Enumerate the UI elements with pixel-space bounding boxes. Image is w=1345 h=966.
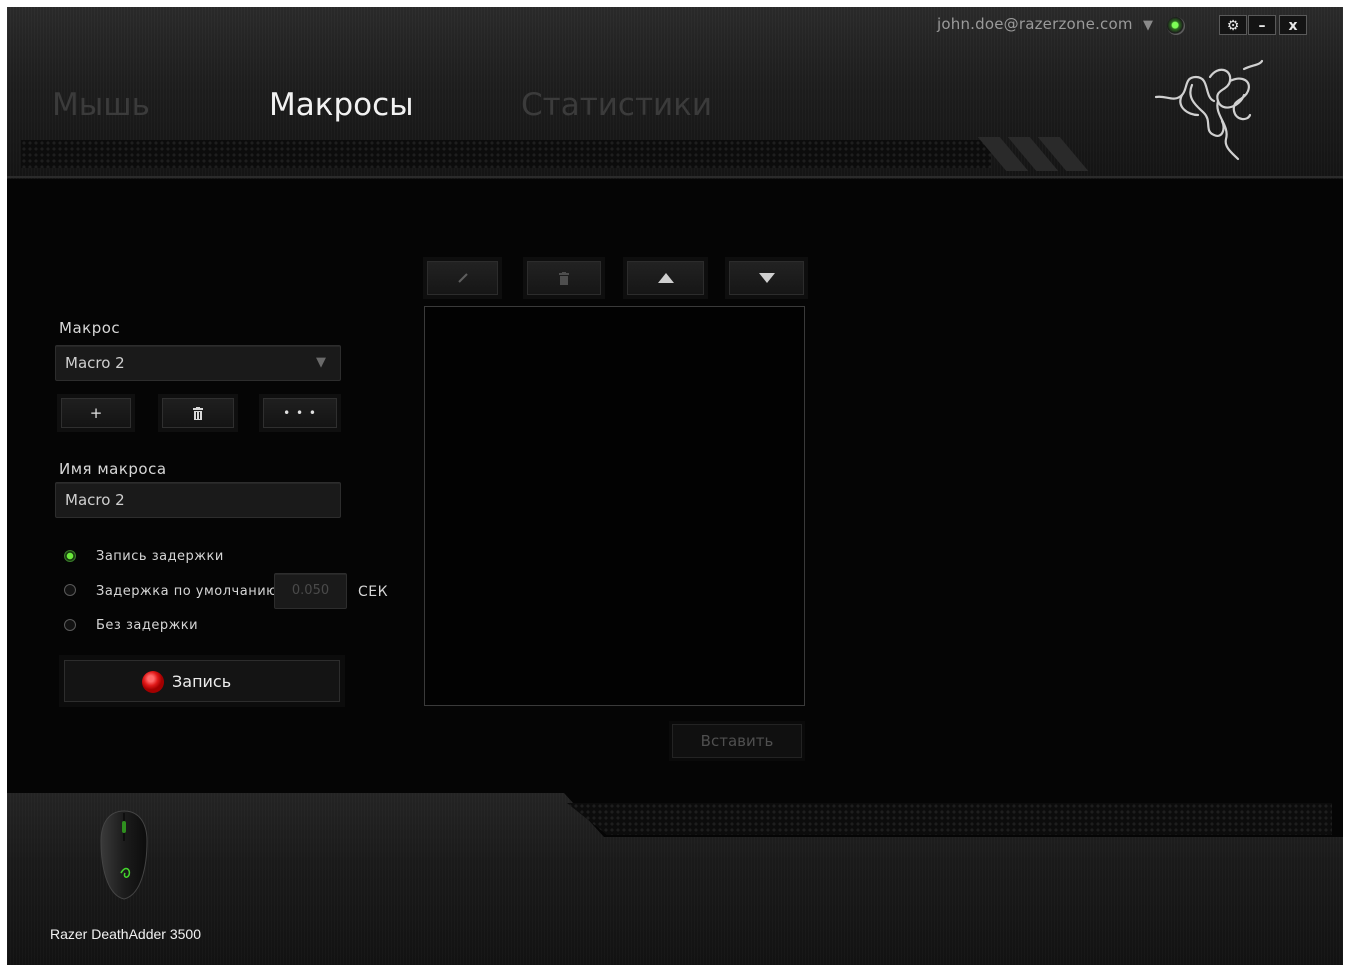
- tab-mouse[interactable]: Мышь: [52, 87, 150, 123]
- record-button[interactable]: Запись: [59, 655, 345, 707]
- macro-name-value: Macro 2: [65, 491, 125, 509]
- online-status-icon: [1167, 17, 1185, 35]
- insert-button[interactable]: Вставить: [669, 721, 805, 761]
- tab-statistics[interactable]: Статистики: [521, 87, 712, 123]
- move-down-button[interactable]: [725, 257, 808, 299]
- radio-default-delay[interactable]: [64, 584, 76, 596]
- gear-icon: ⚙: [1226, 18, 1240, 34]
- more-options-button[interactable]: • • •: [259, 394, 341, 432]
- macro-name-input[interactable]: Macro 2: [55, 482, 341, 518]
- radio-record-delay[interactable]: [64, 550, 76, 562]
- delete-action-button[interactable]: [523, 257, 605, 299]
- account-dropdown-icon[interactable]: ▼: [1143, 18, 1153, 33]
- no-delay-label: Без задержки: [96, 618, 199, 633]
- macro-select-value: Macro 2: [65, 354, 125, 372]
- delay-unit-label: СЕК: [358, 584, 389, 600]
- trash-icon: [559, 271, 569, 285]
- razer-logo-icon: [1154, 59, 1264, 161]
- macro-name-label: Имя макроса: [59, 460, 167, 478]
- device-name: Razer DeathAdder 3500: [50, 926, 201, 942]
- add-macro-button[interactable]: +: [57, 394, 135, 432]
- header-hex-strip: [21, 140, 991, 168]
- record-button-label: Запись: [172, 672, 232, 691]
- settings-button[interactable]: ⚙: [1219, 15, 1247, 35]
- pencil-icon: [457, 273, 468, 283]
- close-icon: x: [1288, 18, 1298, 34]
- arrow-up-icon: [657, 273, 674, 283]
- default-delay-label: Задержка по умолчанию: [96, 584, 278, 599]
- default-delay-value: 0.050: [291, 583, 330, 598]
- minimize-icon: –: [1258, 18, 1266, 34]
- insert-button-label: Вставить: [700, 732, 774, 750]
- minimize-button[interactable]: –: [1248, 15, 1276, 35]
- radio-no-delay[interactable]: [64, 619, 76, 631]
- trash-icon: [193, 407, 203, 420]
- macro-label: Макрос: [59, 319, 121, 337]
- record-icon: [142, 671, 164, 693]
- tab-macros[interactable]: Макросы: [269, 87, 414, 123]
- footer-hex-strip: [567, 803, 1332, 835]
- delete-macro-button[interactable]: [158, 394, 238, 432]
- close-button[interactable]: x: [1279, 15, 1307, 35]
- arrow-down-icon: [758, 273, 775, 283]
- edit-button[interactable]: [423, 257, 502, 299]
- header-divider: [7, 176, 1343, 178]
- record-delay-label: Запись задержки: [96, 549, 224, 564]
- ellipsis-icon: • • •: [283, 406, 317, 420]
- macro-actions-list[interactable]: [424, 306, 805, 706]
- move-up-button[interactable]: [623, 257, 708, 299]
- chevron-down-icon: ▼: [316, 355, 326, 370]
- account-email[interactable]: john.doe@razerzone.com: [937, 15, 1133, 33]
- default-delay-input[interactable]: 0.050: [274, 573, 347, 609]
- plus-icon: +: [89, 404, 103, 422]
- mouse-device-icon[interactable]: [99, 807, 149, 905]
- macro-select[interactable]: Macro 2 ▼: [55, 345, 341, 381]
- synapse-window: john.doe@razerzone.com ▼ ⚙ – x Мышь Макр…: [7, 7, 1343, 965]
- header-bar: john.doe@razerzone.com ▼ ⚙ – x Мышь Макр…: [7, 7, 1343, 179]
